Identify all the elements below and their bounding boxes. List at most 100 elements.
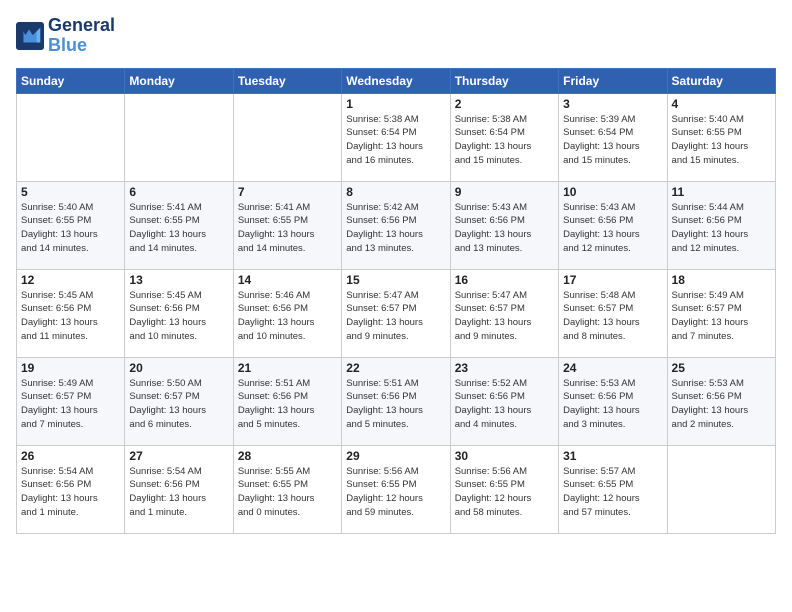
calendar-cell: 14 Sunrise: 5:46 AM Sunset: 6:56 PM Dayli… <box>233 269 341 357</box>
calendar-cell <box>667 445 775 533</box>
day-info: Sunrise: 5:39 AM Sunset: 6:54 PM Dayligh… <box>563 113 662 168</box>
col-header-monday: Monday <box>125 68 233 93</box>
day-number: 15 <box>346 273 445 287</box>
col-header-saturday: Saturday <box>667 68 775 93</box>
day-number: 29 <box>346 449 445 463</box>
day-info: Sunrise: 5:41 AM Sunset: 6:55 PM Dayligh… <box>129 201 228 256</box>
calendar-cell: 15 Sunrise: 5:47 AM Sunset: 6:57 PM Dayli… <box>342 269 450 357</box>
day-info: Sunrise: 5:40 AM Sunset: 6:55 PM Dayligh… <box>21 201 120 256</box>
day-number: 10 <box>563 185 662 199</box>
day-info: Sunrise: 5:54 AM Sunset: 6:56 PM Dayligh… <box>21 465 120 520</box>
day-number: 18 <box>672 273 771 287</box>
day-info: Sunrise: 5:53 AM Sunset: 6:56 PM Dayligh… <box>563 377 662 432</box>
day-info: Sunrise: 5:49 AM Sunset: 6:57 PM Dayligh… <box>21 377 120 432</box>
day-number: 13 <box>129 273 228 287</box>
day-info: Sunrise: 5:47 AM Sunset: 6:57 PM Dayligh… <box>455 289 554 344</box>
day-info: Sunrise: 5:49 AM Sunset: 6:57 PM Dayligh… <box>672 289 771 344</box>
day-number: 24 <box>563 361 662 375</box>
col-header-wednesday: Wednesday <box>342 68 450 93</box>
day-info: Sunrise: 5:48 AM Sunset: 6:57 PM Dayligh… <box>563 289 662 344</box>
calendar-week-2: 5 Sunrise: 5:40 AM Sunset: 6:55 PM Daylig… <box>17 181 776 269</box>
day-info: Sunrise: 5:46 AM Sunset: 6:56 PM Dayligh… <box>238 289 337 344</box>
calendar-cell: 13 Sunrise: 5:45 AM Sunset: 6:56 PM Dayli… <box>125 269 233 357</box>
calendar-cell: 23 Sunrise: 5:52 AM Sunset: 6:56 PM Dayli… <box>450 357 558 445</box>
day-number: 22 <box>346 361 445 375</box>
day-info: Sunrise: 5:51 AM Sunset: 6:56 PM Dayligh… <box>346 377 445 432</box>
calendar-cell: 19 Sunrise: 5:49 AM Sunset: 6:57 PM Dayli… <box>17 357 125 445</box>
day-number: 21 <box>238 361 337 375</box>
day-number: 30 <box>455 449 554 463</box>
day-info: Sunrise: 5:41 AM Sunset: 6:55 PM Dayligh… <box>238 201 337 256</box>
calendar-cell: 3Sunrise: 5:39 AM Sunset: 6:54 PM Daylig… <box>559 93 667 181</box>
day-number: 2 <box>455 97 554 111</box>
calendar-cell: 1 Sunrise: 5:38 AM Sunset: 6:54 PM Daylig… <box>342 93 450 181</box>
day-info: Sunrise: 5:38 AM Sunset: 6:54 PM Dayligh… <box>346 113 445 168</box>
day-number: 8 <box>346 185 445 199</box>
day-number: 14 <box>238 273 337 287</box>
calendar-week-1: 1 Sunrise: 5:38 AM Sunset: 6:54 PM Daylig… <box>17 93 776 181</box>
day-info: Sunrise: 5:54 AM Sunset: 6:56 PM Dayligh… <box>129 465 228 520</box>
calendar-cell: 7 Sunrise: 5:41 AM Sunset: 6:55 PM Daylig… <box>233 181 341 269</box>
day-info: Sunrise: 5:45 AM Sunset: 6:56 PM Dayligh… <box>129 289 228 344</box>
calendar-cell: 18 Sunrise: 5:49 AM Sunset: 6:57 PM Dayli… <box>667 269 775 357</box>
calendar-cell: 6 Sunrise: 5:41 AM Sunset: 6:55 PM Daylig… <box>125 181 233 269</box>
calendar-cell: 29 Sunrise: 5:56 AM Sunset: 6:55 PM Dayli… <box>342 445 450 533</box>
calendar-cell <box>233 93 341 181</box>
calendar-cell: 10 Sunrise: 5:43 AM Sunset: 6:56 PM Dayli… <box>559 181 667 269</box>
page-header: General Blue <box>16 16 776 56</box>
day-number: 7 <box>238 185 337 199</box>
day-number: 16 <box>455 273 554 287</box>
day-info: Sunrise: 5:42 AM Sunset: 6:56 PM Dayligh… <box>346 201 445 256</box>
calendar-cell: 5 Sunrise: 5:40 AM Sunset: 6:55 PM Daylig… <box>17 181 125 269</box>
day-info: Sunrise: 5:52 AM Sunset: 6:56 PM Dayligh… <box>455 377 554 432</box>
calendar-cell: 31 Sunrise: 5:57 AM Sunset: 6:55 PM Dayli… <box>559 445 667 533</box>
day-info: Sunrise: 5:38 AM Sunset: 6:54 PM Dayligh… <box>455 113 554 168</box>
day-number: 25 <box>672 361 771 375</box>
logo: General Blue <box>16 16 115 56</box>
day-number: 31 <box>563 449 662 463</box>
calendar-cell: 25 Sunrise: 5:53 AM Sunset: 6:56 PM Dayli… <box>667 357 775 445</box>
calendar-cell <box>125 93 233 181</box>
calendar-week-5: 26 Sunrise: 5:54 AM Sunset: 6:56 PM Dayli… <box>17 445 776 533</box>
calendar-cell: 16 Sunrise: 5:47 AM Sunset: 6:57 PM Dayli… <box>450 269 558 357</box>
calendar-cell: 27 Sunrise: 5:54 AM Sunset: 6:56 PM Dayli… <box>125 445 233 533</box>
calendar-cell: 8 Sunrise: 5:42 AM Sunset: 6:56 PM Daylig… <box>342 181 450 269</box>
day-info: Sunrise: 5:43 AM Sunset: 6:56 PM Dayligh… <box>563 201 662 256</box>
calendar-cell: 22 Sunrise: 5:51 AM Sunset: 6:56 PM Dayli… <box>342 357 450 445</box>
calendar-table: SundayMondayTuesdayWednesdayThursdayFrid… <box>16 68 776 534</box>
calendar-week-3: 12Sunrise: 5:45 AM Sunset: 6:56 PM Dayli… <box>17 269 776 357</box>
day-number: 5 <box>21 185 120 199</box>
day-number: 20 <box>129 361 228 375</box>
calendar-cell: 4 Sunrise: 5:40 AM Sunset: 6:55 PM Daylig… <box>667 93 775 181</box>
day-info: Sunrise: 5:56 AM Sunset: 6:55 PM Dayligh… <box>346 465 445 520</box>
col-header-tuesday: Tuesday <box>233 68 341 93</box>
day-number: 27 <box>129 449 228 463</box>
calendar-cell: 26 Sunrise: 5:54 AM Sunset: 6:56 PM Dayli… <box>17 445 125 533</box>
day-number: 1 <box>346 97 445 111</box>
day-info: Sunrise: 5:47 AM Sunset: 6:57 PM Dayligh… <box>346 289 445 344</box>
col-header-thursday: Thursday <box>450 68 558 93</box>
calendar-cell: 9Sunrise: 5:43 AM Sunset: 6:56 PM Daylig… <box>450 181 558 269</box>
day-number: 9 <box>455 185 554 199</box>
day-info: Sunrise: 5:40 AM Sunset: 6:55 PM Dayligh… <box>672 113 771 168</box>
calendar-cell: 12Sunrise: 5:45 AM Sunset: 6:56 PM Dayli… <box>17 269 125 357</box>
day-number: 4 <box>672 97 771 111</box>
day-info: Sunrise: 5:50 AM Sunset: 6:57 PM Dayligh… <box>129 377 228 432</box>
calendar-cell <box>17 93 125 181</box>
calendar-cell: 28Sunrise: 5:55 AM Sunset: 6:55 PM Dayli… <box>233 445 341 533</box>
day-info: Sunrise: 5:45 AM Sunset: 6:56 PM Dayligh… <box>21 289 120 344</box>
calendar-cell: 2 Sunrise: 5:38 AM Sunset: 6:54 PM Daylig… <box>450 93 558 181</box>
day-number: 26 <box>21 449 120 463</box>
day-number: 6 <box>129 185 228 199</box>
day-number: 28 <box>238 449 337 463</box>
day-number: 19 <box>21 361 120 375</box>
day-info: Sunrise: 5:57 AM Sunset: 6:55 PM Dayligh… <box>563 465 662 520</box>
calendar-cell: 17 Sunrise: 5:48 AM Sunset: 6:57 PM Dayli… <box>559 269 667 357</box>
day-number: 23 <box>455 361 554 375</box>
col-header-friday: Friday <box>559 68 667 93</box>
day-info: Sunrise: 5:53 AM Sunset: 6:56 PM Dayligh… <box>672 377 771 432</box>
logo-text: General Blue <box>48 16 115 56</box>
day-number: 17 <box>563 273 662 287</box>
calendar-cell: 11Sunrise: 5:44 AM Sunset: 6:56 PM Dayli… <box>667 181 775 269</box>
day-info: Sunrise: 5:56 AM Sunset: 6:55 PM Dayligh… <box>455 465 554 520</box>
